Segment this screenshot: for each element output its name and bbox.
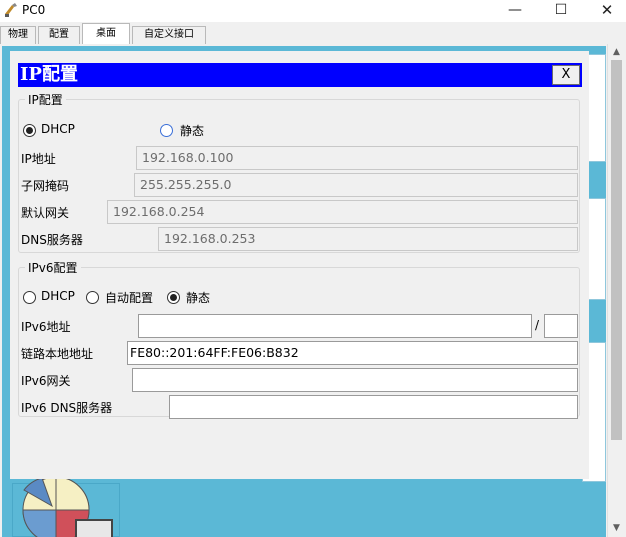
- ipv6-dhcp-label[interactable]: DHCP: [41, 289, 75, 303]
- ipv4-static-radio[interactable]: [160, 124, 173, 137]
- ipv6-config-group: IPv6配置 DHCP 自动配置 静态 IPv6地址 / 链路本地地址 FE80…: [18, 259, 580, 419]
- maximize-button[interactable]: ☐: [538, 0, 584, 22]
- tab-custom-interface[interactable]: 自定义接口: [132, 26, 206, 44]
- prefix-separator: /: [535, 318, 540, 332]
- ipv6-auto-radio[interactable]: [86, 291, 99, 304]
- dialog-title: IP配置: [20, 64, 78, 85]
- ipv6-static-radio[interactable]: [167, 291, 180, 304]
- vertical-scrollbar[interactable]: ▲ ▼: [607, 44, 624, 537]
- ipv6-dhcp-radio[interactable]: [23, 291, 36, 304]
- default-gateway-label: 默认网关: [21, 206, 70, 220]
- tab-desktop[interactable]: 桌面: [82, 23, 130, 44]
- ipv6-group-legend: IPv6配置: [28, 261, 78, 275]
- close-window-button[interactable]: ✕: [584, 0, 626, 22]
- window-title: PC0: [22, 3, 46, 17]
- dns-server-label: DNS服务器: [21, 233, 83, 247]
- ipv4-dhcp-radio[interactable]: [23, 124, 36, 137]
- ipv6-dns-label: IPv6 DNS服务器: [21, 401, 113, 415]
- ipv6-auto-label[interactable]: 自动配置: [105, 289, 153, 306]
- link-local-label: 链路本地地址: [21, 347, 94, 361]
- ipv6-dns-field[interactable]: [169, 395, 578, 419]
- ipv4-dhcp-label[interactable]: DHCP: [41, 122, 75, 136]
- ip-address-field[interactable]: 192.168.0.100: [136, 146, 578, 170]
- ipv6-static-label[interactable]: 静态: [186, 289, 210, 306]
- subnet-mask-label: 子网掩码: [21, 179, 70, 193]
- scroll-down-arrow-icon[interactable]: ▼: [608, 520, 625, 537]
- ipv4-static-label[interactable]: 静态: [180, 122, 204, 139]
- ipv6-gateway-label: IPv6网关: [21, 374, 71, 388]
- tab-bar: 物理 配置 桌面 自定义接口: [0, 22, 626, 44]
- tab-config[interactable]: 配置: [38, 26, 80, 44]
- dns-server-field[interactable]: 192.168.0.253: [158, 227, 578, 251]
- default-gateway-field[interactable]: 192.168.0.254: [107, 200, 578, 224]
- ipv6-prefix-field[interactable]: [544, 314, 578, 338]
- ipv4-config-group: IP配置 DHCP 静态 IP地址 192.168.0.100 子网掩码 255…: [18, 91, 580, 253]
- ipv6-gateway-field[interactable]: [132, 368, 578, 392]
- link-local-field[interactable]: FE80::201:64FF:FE06:B832: [127, 341, 578, 365]
- packet-tracer-pc-icon: [5, 3, 17, 17]
- ipv6-address-field[interactable]: [138, 314, 532, 338]
- minimize-button[interactable]: —: [492, 0, 538, 22]
- subnet-mask-field[interactable]: 255.255.255.0: [134, 173, 578, 197]
- ip-address-label: IP地址: [21, 152, 56, 166]
- ip-config-dialog: IP配置 X IP配置 DHCP 静态 IP地址 192.168.0.100 子…: [10, 51, 589, 479]
- dialog-header: IP配置 X: [18, 63, 582, 87]
- scroll-thumb[interactable]: [611, 60, 622, 440]
- dialog-close-button[interactable]: X: [552, 65, 580, 85]
- window-titlebar: PC0 — ☐ ✕: [0, 0, 626, 22]
- scroll-up-arrow-icon[interactable]: ▲: [608, 44, 625, 61]
- ipv6-address-label: IPv6地址: [21, 320, 71, 334]
- tab-physical[interactable]: 物理: [0, 26, 36, 44]
- ipv4-group-legend: IP配置: [28, 93, 63, 107]
